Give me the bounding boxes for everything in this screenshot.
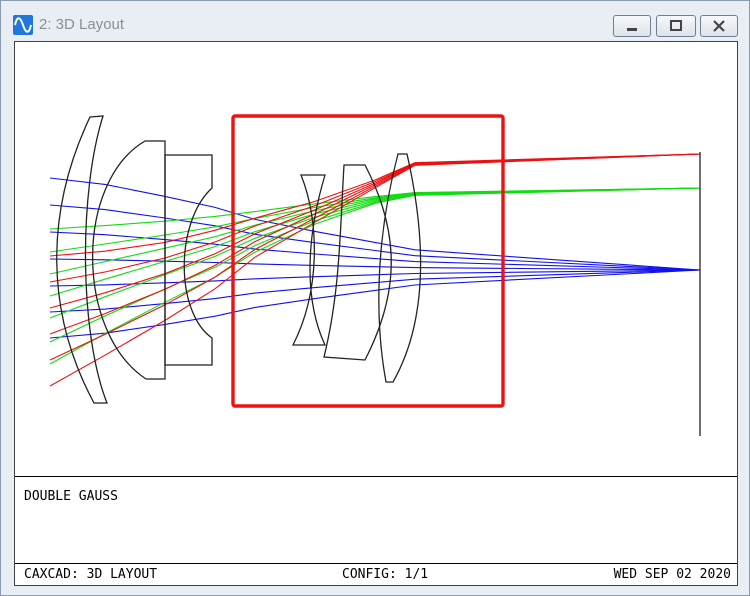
minimize-icon bbox=[627, 28, 637, 31]
ray-line bbox=[49, 258, 701, 271]
maximize-icon bbox=[670, 20, 682, 31]
lens-elements bbox=[56, 115, 701, 436]
ray-line bbox=[49, 187, 701, 230]
status-footer: CAXCAD: 3D LAYOUT CONFIG: 1/1 WED SEP 02… bbox=[15, 563, 737, 586]
title-bar[interactable]: 2: 3D Layout bbox=[1, 1, 749, 39]
lens-info-area: DOUBLE GAUSS bbox=[15, 476, 737, 564]
sine-wave-icon[interactable] bbox=[13, 15, 33, 35]
close-button[interactable] bbox=[700, 15, 738, 37]
ray-line bbox=[49, 153, 701, 309]
ray-line bbox=[49, 153, 701, 257]
highlight-box bbox=[231, 114, 505, 408]
window-title: 2: 3D Layout bbox=[39, 16, 125, 33]
layout-panel: DOUBLE GAUSS CAXCAD: 3D LAYOUT CONFIG: 1… bbox=[14, 41, 738, 586]
footer-config-label: CONFIG: 1/1 bbox=[342, 567, 429, 582]
layout-window: 2: 3D Layout DOUBLE GAUSS CAXCAD: 3D LAY… bbox=[0, 0, 750, 596]
footer-program-label: CAXCAD: 3D LAYOUT bbox=[24, 567, 158, 582]
ray-line bbox=[49, 269, 701, 339]
ray-line bbox=[49, 153, 701, 387]
close-icon bbox=[713, 20, 725, 32]
ray-fan-red bbox=[49, 153, 701, 387]
lens-layout-plot[interactable] bbox=[15, 42, 737, 476]
ray-line bbox=[49, 177, 701, 271]
ray-line bbox=[49, 269, 701, 287]
lens-title: DOUBLE GAUSS bbox=[24, 489, 118, 504]
ray-line bbox=[49, 187, 701, 319]
lens-element-4 bbox=[291, 174, 327, 346]
minimize-button[interactable] bbox=[613, 15, 651, 37]
maximize-button[interactable] bbox=[656, 15, 696, 37]
footer-date-label: WED SEP 02 2020 bbox=[613, 567, 731, 582]
ray-line bbox=[49, 269, 701, 313]
